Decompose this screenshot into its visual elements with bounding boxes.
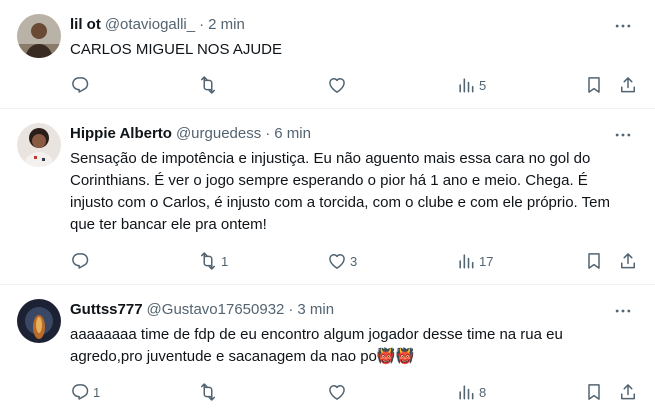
like-button[interactable] bbox=[327, 377, 350, 407]
separator-dot: · bbox=[265, 125, 271, 142]
separator-dot: · bbox=[288, 301, 294, 318]
timestamp[interactable]: 2 min bbox=[208, 16, 245, 33]
tweet-text: CARLOS MIGUEL NOS AJUDE bbox=[70, 41, 282, 58]
like-count: 3 bbox=[350, 253, 358, 269]
like-icon bbox=[329, 254, 345, 269]
bookmark-icon bbox=[588, 384, 600, 400]
retweet-icon bbox=[201, 76, 215, 94]
reply-count: 1 bbox=[93, 384, 101, 400]
retweet-icon bbox=[201, 383, 215, 401]
tweet[interactable]: lil ot @otaviogalli_ · 2 min CARLOS MIGU… bbox=[0, 0, 655, 109]
avatar[interactable] bbox=[17, 299, 61, 343]
reply-button[interactable] bbox=[70, 246, 93, 276]
tweet-text-content: aaaaaaaa time de fdp de eu encontro algu… bbox=[70, 326, 563, 365]
retweet-count: 1 bbox=[221, 253, 229, 269]
reply-button[interactable]: 1 bbox=[70, 377, 100, 407]
more-icon[interactable] bbox=[611, 125, 635, 145]
reply-icon bbox=[72, 253, 89, 269]
views-button[interactable]: 5 bbox=[456, 70, 486, 100]
bookmark-icon bbox=[588, 77, 600, 93]
like-button[interactable] bbox=[327, 70, 350, 100]
like-button[interactable]: 3 bbox=[327, 246, 357, 276]
reply-icon bbox=[72, 77, 89, 93]
views-button[interactable]: 8 bbox=[456, 377, 486, 407]
reply-button[interactable] bbox=[70, 70, 93, 100]
display-name[interactable]: Hippie Alberto bbox=[70, 125, 172, 142]
views-icon bbox=[459, 385, 474, 400]
display-name[interactable]: Guttss777 bbox=[70, 301, 143, 318]
tweet-text: aaaaaaaa time de fdp de eu encontro algu… bbox=[70, 324, 630, 368]
tweet[interactable]: Hippie Alberto @urguedess · 6 min Sensaç… bbox=[0, 109, 655, 285]
more-icon[interactable] bbox=[611, 301, 635, 321]
timestamp[interactable]: 3 min bbox=[297, 301, 334, 318]
share-button[interactable] bbox=[618, 70, 638, 100]
avatar[interactable] bbox=[17, 123, 61, 167]
share-button[interactable] bbox=[618, 246, 638, 276]
avatar[interactable] bbox=[17, 14, 61, 58]
like-icon bbox=[329, 385, 345, 400]
bookmark-button[interactable] bbox=[584, 377, 604, 407]
bookmark-button[interactable] bbox=[584, 246, 604, 276]
views-icon bbox=[459, 254, 474, 269]
more-icon[interactable] bbox=[611, 16, 635, 36]
views-count: 8 bbox=[479, 384, 487, 400]
retweet-button[interactable] bbox=[198, 70, 221, 100]
share-icon bbox=[621, 77, 635, 93]
views-count: 17 bbox=[479, 253, 494, 269]
user-handle[interactable]: @urguedess bbox=[176, 125, 261, 142]
display-name[interactable]: lil ot bbox=[70, 16, 101, 33]
user-handle[interactable]: @otaviogalli_ bbox=[105, 16, 195, 33]
ogre-emoji: 👹👹 bbox=[376, 348, 415, 365]
tweet[interactable]: Guttss777 @Gustavo17650932 · 3 min aaaaa… bbox=[0, 285, 655, 417]
views-button[interactable]: 17 bbox=[456, 246, 493, 276]
bookmark-button[interactable] bbox=[584, 70, 604, 100]
share-button[interactable] bbox=[618, 377, 638, 407]
user-handle[interactable]: @Gustavo17650932 bbox=[147, 301, 285, 318]
tweet-text: Sensação de impotência e injustiça. Eu n… bbox=[70, 150, 610, 233]
retweet-button[interactable] bbox=[198, 377, 221, 407]
retweet-button[interactable]: 1 bbox=[198, 246, 228, 276]
reply-icon bbox=[72, 384, 89, 400]
timestamp[interactable]: 6 min bbox=[274, 125, 311, 142]
bookmark-icon bbox=[588, 253, 600, 269]
share-icon bbox=[621, 253, 635, 269]
retweet-icon bbox=[201, 252, 215, 270]
share-icon bbox=[621, 384, 635, 400]
views-icon bbox=[459, 78, 474, 93]
like-icon bbox=[329, 78, 345, 93]
separator-dot: · bbox=[199, 16, 205, 33]
views-count: 5 bbox=[479, 77, 487, 93]
